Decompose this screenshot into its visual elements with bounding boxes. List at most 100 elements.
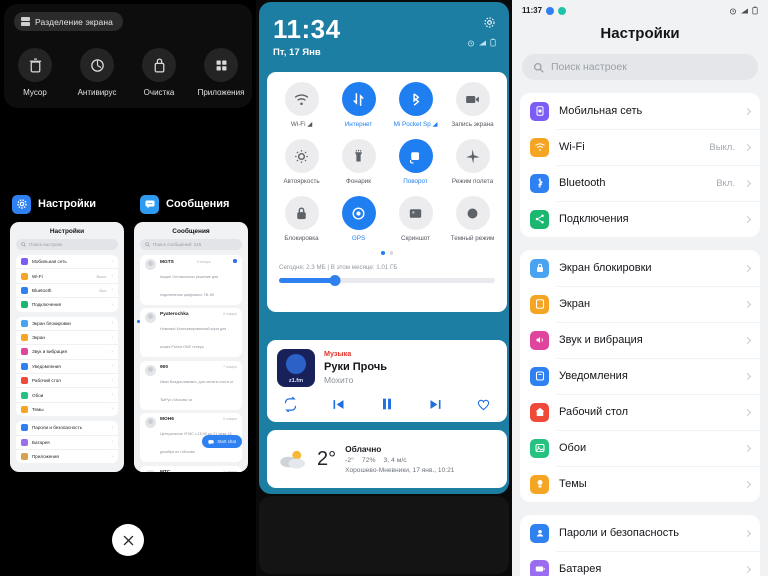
quick-action-0[interactable]: Мусор xyxy=(7,48,63,97)
quick-toggle-icon-wrap xyxy=(341,139,376,173)
message-time: 5 января xyxy=(223,417,237,421)
quick-toggle-icon-wrap xyxy=(284,139,319,173)
message-list-item[interactable]: MGTS 9 января Акция! Оптоволокно решение д… xyxy=(140,255,242,305)
recents-settings-row[interactable]: Пароли и безопасность › xyxy=(16,421,118,436)
quick-toggle-9[interactable]: GPS xyxy=(330,196,387,242)
quick-toggle-icon-wrap xyxy=(284,196,319,230)
recents-settings-row[interactable]: Уведомления › xyxy=(16,360,118,374)
quick-toggle-4[interactable]: Автояркость xyxy=(273,139,330,185)
recents-settings-group-1: Экран блокировки › Экран › Звук и вибрация › У… xyxy=(16,316,118,417)
settings-row-battery-icon[interactable]: Батарея xyxy=(520,551,760,576)
page-dot-1[interactable] xyxy=(389,251,394,255)
quick-action-3[interactable]: Приложения xyxy=(193,48,249,97)
next-icon[interactable] xyxy=(428,397,443,412)
shade-bottom-area xyxy=(259,496,509,574)
message-unread-badge xyxy=(233,259,237,263)
page-dot-0[interactable] xyxy=(380,251,385,255)
quick-toggle-6[interactable]: Поворот xyxy=(387,139,444,185)
recents-card-header-1[interactable]: Сообщения xyxy=(128,190,256,218)
row-label: Рабочий стол xyxy=(32,378,61,384)
quick-toggle-icon-wrap xyxy=(455,139,490,173)
status-bar-left: 11:37 xyxy=(522,6,567,15)
row-value: Выкл. xyxy=(96,273,108,279)
alarm-icon xyxy=(730,8,736,14)
recents-messages-search: Поиск сообщений: 245 xyxy=(140,239,242,250)
settings-row-label: Wi-Fi xyxy=(559,141,585,153)
recents-settings-row[interactable]: Мобильная сеть › xyxy=(16,255,118,270)
quick-toggle-3[interactable]: Запись экрана xyxy=(444,82,501,128)
start-chat-button[interactable]: Start chat xyxy=(202,435,242,448)
settings-row-sound-icon[interactable]: Звук и вибрация xyxy=(520,322,760,358)
shade-background: 11:34 Пт, 17 Янв Wi-Fi ◢ Интернет Mi Pocke… xyxy=(259,2,509,494)
quick-toggle-label: GPS xyxy=(351,235,366,242)
recents-card-header-0[interactable]: Настройки xyxy=(0,190,128,218)
pause-icon[interactable] xyxy=(379,396,395,412)
brightness-slider-knob[interactable] xyxy=(329,274,341,286)
quick-action-2[interactable]: Очистка xyxy=(131,48,187,97)
settings-row-share-icon[interactable]: Подключения xyxy=(520,201,760,237)
previous-icon[interactable] xyxy=(331,397,346,412)
recents-settings-row[interactable]: Экран блокировки › xyxy=(16,317,118,331)
split-screen-button[interactable]: Разделение экрана xyxy=(14,12,123,31)
gear-icon[interactable] xyxy=(483,16,496,29)
quick-toggle-10[interactable]: Скриншот xyxy=(387,196,444,242)
recents-card-messages[interactable]: Сообщения Поиск сообщений: 245 MGTS 9 янв… xyxy=(134,222,248,472)
quick-action-icon-wrap xyxy=(204,48,238,82)
message-header: MGTS 9 января xyxy=(160,259,237,265)
chevron-right-icon xyxy=(743,264,752,272)
brightness-slider[interactable] xyxy=(279,274,495,286)
message-list-item[interactable]: Pyaterochka 8 января Новинка! Консервирова… xyxy=(137,308,242,357)
favorite-icon[interactable] xyxy=(476,397,491,412)
row-label: Bluetooth xyxy=(32,287,52,293)
settings-row-theme-icon[interactable]: Темы xyxy=(520,466,760,502)
settings-row-wallpaper-icon[interactable]: Обои xyxy=(520,430,760,466)
recents-settings-row[interactable]: Подключения › xyxy=(16,298,118,311)
recents-settings-row[interactable]: Звук и вибрация › xyxy=(16,345,118,360)
quick-toggle-0[interactable]: Wi-Fi ◢ xyxy=(273,82,330,128)
row-icon xyxy=(21,453,28,461)
recents-card-settings[interactable]: Настройки Поиск настроек Мобильная сеть ›… xyxy=(10,222,124,472)
settings-row-wifi-icon[interactable]: Wi-Fi Выкл. xyxy=(520,129,760,165)
settings-row-sim-icon[interactable]: Мобильная сеть xyxy=(520,93,760,129)
quick-toggle-1[interactable]: Интернет xyxy=(330,82,387,128)
settings-row-display-icon[interactable]: Экран xyxy=(520,286,760,322)
search-input[interactable]: Поиск настроек xyxy=(522,54,758,80)
weather-metrics: -2° 72% 3, 4 м/с xyxy=(345,457,496,464)
status-badge-1 xyxy=(546,6,555,15)
settings-row-lock-icon[interactable]: Экран блокировки xyxy=(520,250,760,286)
chevron-right-icon: › xyxy=(111,363,113,370)
quick-toggle-7[interactable]: Режим полета xyxy=(444,139,501,185)
recents-settings-row[interactable]: Bluetooth Вкл. › xyxy=(16,284,118,299)
settings-row-icon xyxy=(530,523,549,543)
message-list-item[interactable]: MTC3 январяНа счете недостаточно средств… xyxy=(140,465,242,472)
recents-settings-row[interactable]: Обои › xyxy=(16,388,118,403)
quick-toggle-icon-wrap xyxy=(398,82,433,116)
quick-action-1[interactable]: Антивирус xyxy=(69,48,125,97)
music-player-card: z1.fm Музыка Руки Прочь Мохито xyxy=(267,340,507,422)
settings-row-icon xyxy=(530,258,549,278)
cloudy-sun-icon xyxy=(280,450,305,469)
signal-icon xyxy=(741,8,748,13)
quick-toggle-11[interactable]: Темный режим xyxy=(444,196,501,242)
quick-toggle-8[interactable]: Блокировка xyxy=(273,196,330,242)
close-all-recents-button[interactable] xyxy=(112,524,144,556)
quick-toggle-5[interactable]: Фонарик xyxy=(330,139,387,185)
quick-action-icon-wrap xyxy=(18,48,52,82)
weather-card[interactable]: 2° Облачно -2° 72% 3, 4 м/с Хорошево-Мне… xyxy=(267,430,507,488)
recents-settings-group-0: Мобильная сеть › Wi-Fi Выкл. › Bluetooth Вкл. ›… xyxy=(16,255,118,312)
brightness-slider-fill xyxy=(279,277,336,283)
settings-row-security-icon[interactable]: Пароли и безопасность xyxy=(520,515,760,551)
settings-row-bluetooth-icon[interactable]: Bluetooth Вкл. xyxy=(520,165,760,201)
settings-row-icon xyxy=(530,366,549,386)
recents-settings-row[interactable]: Приложения › xyxy=(16,450,118,463)
settings-row-home-icon[interactable]: Рабочий стол xyxy=(520,394,760,430)
recents-settings-row[interactable]: Wi-Fi Выкл. › xyxy=(16,269,118,284)
repeat-icon[interactable] xyxy=(283,396,298,412)
recents-settings-row[interactable]: Темы › xyxy=(16,403,118,416)
settings-row-notification-icon[interactable]: Уведомления xyxy=(520,358,760,394)
recents-settings-row[interactable]: Рабочий стол › xyxy=(16,374,118,389)
recents-settings-row[interactable]: Батарея › xyxy=(16,436,118,450)
quick-toggle-2[interactable]: Mi Pocket Sp ◢ xyxy=(387,82,444,128)
recents-settings-row[interactable]: Экран › xyxy=(16,331,118,346)
message-list-item[interactable]: 900 7 января Иван Владиславович, для оплат… xyxy=(140,360,242,410)
